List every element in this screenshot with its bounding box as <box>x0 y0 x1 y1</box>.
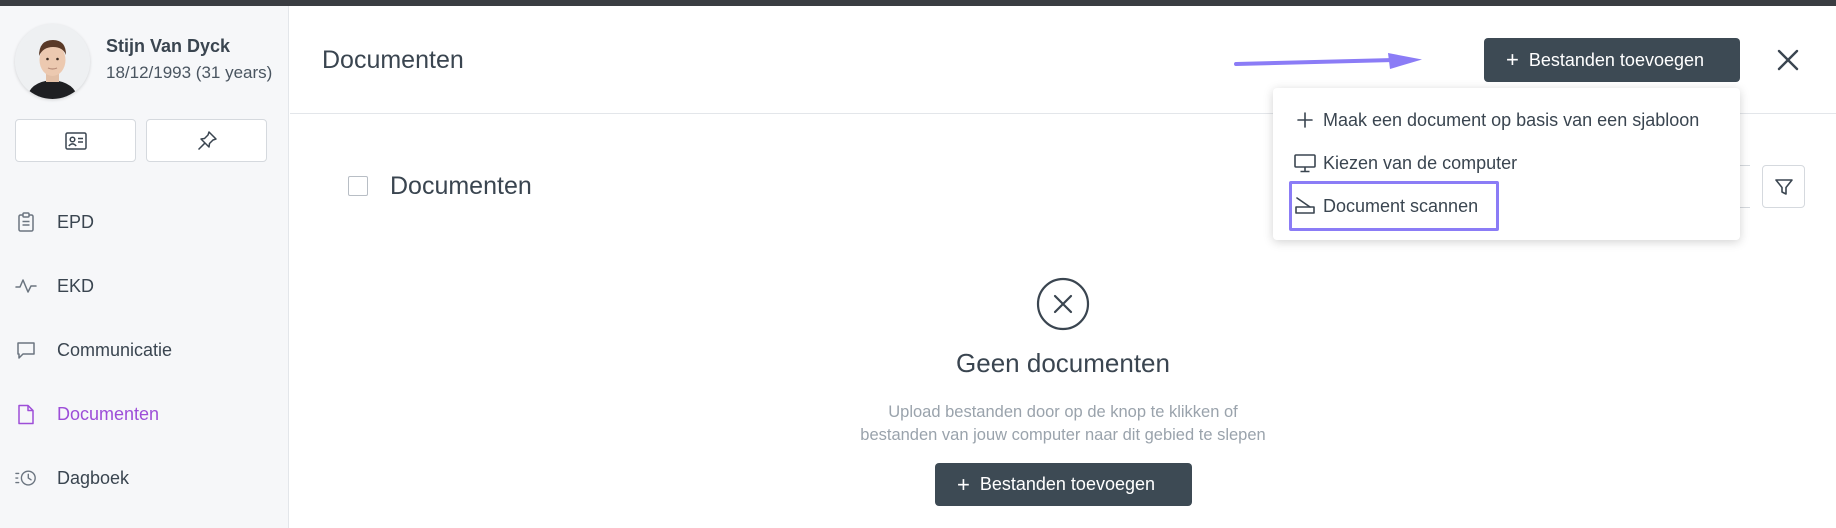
chat-icon <box>15 339 37 361</box>
sidebar-item-documenten[interactable]: Documenten <box>0 390 289 438</box>
close-icon <box>1777 49 1799 71</box>
page-title: Documenten <box>322 46 464 74</box>
menu-item-label: Document scannen <box>1323 195 1479 216</box>
menu-item-label: Kiezen van de computer <box>1323 152 1518 173</box>
monitor-icon <box>1293 151 1317 175</box>
plus-icon: + <box>1506 47 1519 72</box>
empty-state-line-1: Upload bestanden door op de knop te klik… <box>888 403 1238 421</box>
pin-button[interactable] <box>146 119 267 162</box>
filter-icon <box>1774 178 1793 195</box>
empty-state-title: Geen documenten <box>956 348 1170 378</box>
plus-icon: + <box>957 471 970 497</box>
empty-state-icon <box>1036 277 1090 331</box>
sidebar-item-label: Documenten <box>57 403 160 424</box>
patient-dob: 18/12/1993 (31 years) <box>106 63 273 82</box>
menu-item-computer[interactable]: Kiezen van de computer <box>1293 145 1517 181</box>
menu-item-scan[interactable]: Document scannen <box>1293 188 1478 224</box>
document-icon <box>15 403 37 425</box>
scanner-icon <box>1293 194 1317 218</box>
sidebar-item-communicatie[interactable]: Communicatie <box>0 326 289 374</box>
menu-item-label: Maak een document op basis van een sjabl… <box>1323 109 1700 130</box>
activity-icon <box>15 275 37 297</box>
menu-item-template[interactable]: Maak een document op basis van een sjabl… <box>1293 102 1699 138</box>
plus-icon <box>1293 108 1317 132</box>
avatar <box>15 24 90 99</box>
patient-name: Stijn Van Dyck <box>106 36 231 56</box>
select-all-checkbox[interactable] <box>348 176 368 196</box>
sidebar-item-ekd[interactable]: EKD <box>0 262 289 310</box>
sidebar-item-dagboek[interactable]: Dagboek <box>0 454 289 502</box>
empty-state-description: Upload bestanden door op de knop te klik… <box>790 401 1336 447</box>
sidebar-item-label: Dagboek <box>57 467 130 488</box>
add-files-button[interactable]: + Bestanden toevoegen <box>1484 38 1740 82</box>
close-button[interactable] <box>1773 45 1803 75</box>
section-title: Documenten <box>390 172 532 200</box>
add-files-dropdown: Maak een document op basis van een sjabl… <box>1273 88 1740 240</box>
sidebar-item-label: EPD <box>57 211 95 232</box>
id-card-button[interactable] <box>15 119 136 162</box>
filter-button[interactable] <box>1762 165 1805 208</box>
annotation-arrow <box>1234 53 1422 69</box>
empty-state-add-label: Bestanden toevoegen <box>979 474 1156 494</box>
history-icon <box>15 467 37 489</box>
sidebar-item-label: EKD <box>57 275 95 296</box>
empty-state-add-button[interactable]: + Bestanden toevoegen <box>935 463 1192 506</box>
sidebar-item-epd[interactable]: EPD <box>0 198 289 246</box>
add-files-label: Bestanden toevoegen <box>1528 49 1705 70</box>
sidebar-item-label: Communicatie <box>57 339 173 360</box>
pin-icon <box>197 130 217 150</box>
empty-state-line-2: bestanden van jouw computer naar dit geb… <box>860 426 1266 444</box>
id-card-icon <box>64 131 87 150</box>
clipboard-icon <box>15 211 37 233</box>
